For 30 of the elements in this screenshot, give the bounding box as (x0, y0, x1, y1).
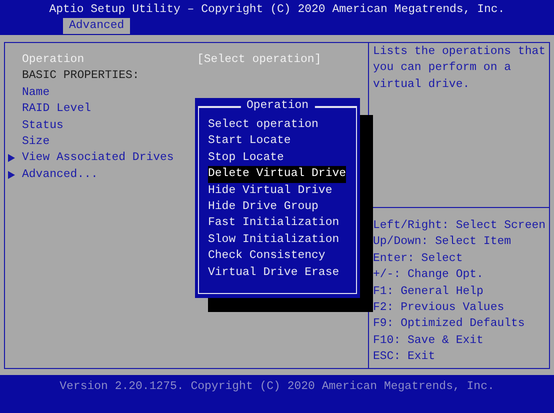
key-hint: ESC: Exit (373, 349, 436, 366)
tab[interactable]: Advanced (63, 18, 130, 34)
popup-option[interactable]: Hide Drive Group (208, 199, 318, 216)
key-hint: Left/Right: Select Screen (373, 218, 547, 234)
popup-option[interactable]: Hide Virtual Drive (208, 182, 332, 200)
popup-option[interactable]: Fast Initialization (208, 215, 340, 232)
key-hint: Up/Down: Select Item (373, 234, 512, 250)
key-hint: F2: Previous Values (373, 300, 506, 316)
key-hint: F10: Save & Exit (373, 332, 484, 349)
popup-option[interactable]: Virtual Drive Erase (208, 264, 340, 282)
popup-option[interactable]: Select operation (208, 117, 318, 134)
popup-option[interactable]: Delete Virtual Drive (208, 166, 346, 183)
submenu-item[interactable]: View Associated Drives (22, 150, 174, 167)
property-label: Status (22, 118, 64, 134)
submenu-item[interactable]: Advanced... (22, 166, 98, 184)
help-description: Lists the operations that you can perform on a virtual drive. (373, 44, 547, 93)
key-hint: F1: General Help (373, 284, 484, 300)
property-label: RAID Level (22, 101, 92, 118)
key-hint: Enter: Select (373, 250, 464, 267)
property-label: Size (22, 134, 50, 150)
popup-option[interactable]: Slow Initialization (208, 232, 340, 248)
property-label: Name (22, 84, 50, 101)
key-hint: +/-: Change Opt. (373, 267, 484, 284)
popup-option[interactable]: Check Consistency (208, 248, 326, 265)
version-text: Version 2.20.1275. Copyright (C) 2020 American Megatrends, Inc. (60, 379, 494, 395)
section-heading: BASIC PROPERTIES: (22, 68, 140, 84)
key-hint: F9: Optimized Defaults (373, 316, 526, 332)
popup-option[interactable]: Stop Locate (208, 150, 284, 166)
popup-option[interactable]: Start Locate (208, 133, 291, 150)
window-title: Aptio Setup Utility – Copyright (C) 2020 American Megatrends, Inc. (49, 2, 505, 18)
